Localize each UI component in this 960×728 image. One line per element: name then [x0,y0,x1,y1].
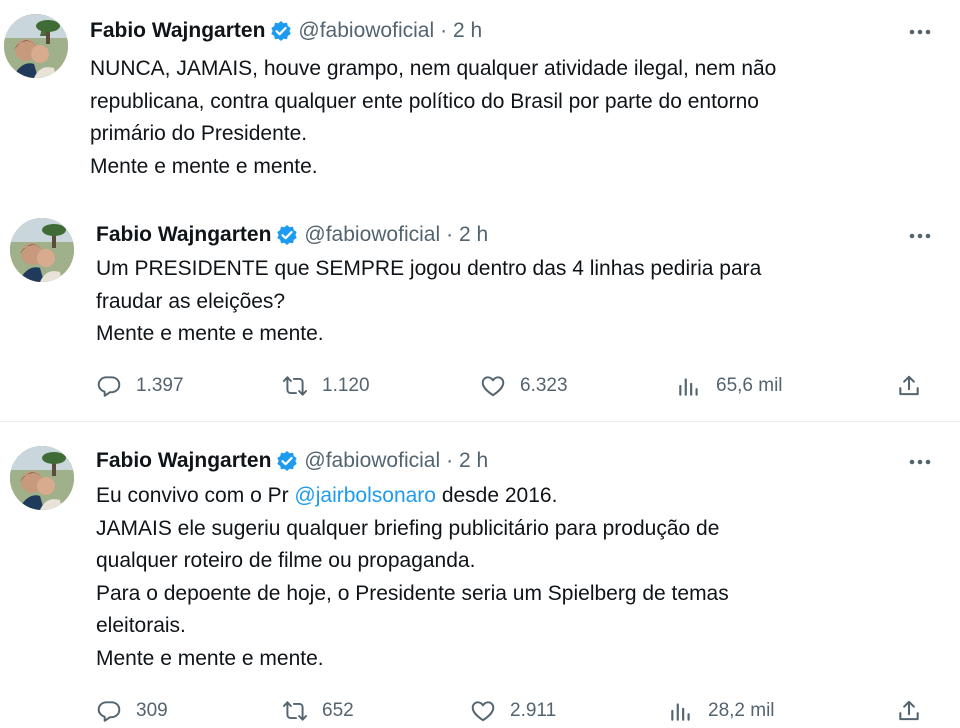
tweet-text-line: republicana, contra qualquer ente políti… [90,89,759,113]
retweet-icon [282,376,308,396]
tweet-text-line: JAMAIS ele sugeriu qualquer briefing pub… [96,516,720,540]
like-count: 6.323 [520,375,568,396]
tweet-text-fragment: desde 2016. [435,484,558,507]
tweet-text: NUNCA, JAMAIS, houve grampo, nem qualque… [90,53,930,183]
verified-badge-icon [276,224,298,246]
reply-count: 1.397 [136,375,184,396]
heart-icon [471,701,495,722]
share-button[interactable] [896,369,936,403]
tweet-text-line: Mente e mente e mente. [96,322,324,345]
tweet-actions: 1.397 1.120 6.323 65,6 mil [96,369,936,403]
author-name[interactable]: Fabio Wajngarten [90,19,265,43]
tweet-text-fragment: Eu convivo com o Pr [96,484,295,507]
tweet-time[interactable]: · 2 h [446,449,488,473]
tweet-text-line: fraudar as eleições? [96,289,286,313]
author-name[interactable]: Fabio Wajngarten [96,449,271,473]
views-icon [671,703,690,721]
views-button[interactable]: 28,2 mil [668,694,775,728]
tweet-time[interactable]: · 2 h [446,223,488,247]
author-handle[interactable]: @fabiowoficial [304,449,440,473]
tweet-text-line: qualquer roteiro de filme ou propaganda. [96,549,476,572]
like-button[interactable]: 6.323 [480,369,568,403]
reply-button[interactable]: 309 [96,694,168,728]
reply-count: 309 [136,700,168,721]
tweet-header: Fabio Wajngarten @fabiowoficial · 2 h [90,16,482,46]
share-icon [899,375,919,396]
retweet-count: 1.120 [322,375,370,396]
tweet-text-line: primário do Presidente. [90,122,308,145]
like-button[interactable]: 2.911 [470,694,556,728]
tweet-text-line: Mente e mente e mente. [90,154,318,178]
verified-badge-icon [276,450,298,472]
share-icon [899,700,919,721]
avatar[interactable] [4,14,68,78]
views-icon [679,378,698,396]
tweet-text-line: Eu convivo com o Pr @jairbolsonaro desde… [96,480,936,513]
share-button[interactable] [896,694,936,728]
views-button[interactable]: 65,6 mil [676,369,783,403]
tweet-text-line: NUNCA, JAMAIS, houve grampo, nem qualque… [90,57,777,80]
tweet[interactable]: Fabio Wajngarten @fabiowoficial · 2 h Eu… [0,422,960,722]
retweet-icon [282,701,308,721]
tweet-text-line: eleitorais. [96,614,186,637]
tweet-actions: 309 652 2.911 28,2 mil [96,694,936,728]
tweet-time[interactable]: · 2 h [440,19,482,43]
like-count: 2.911 [510,700,557,721]
more-options-icon[interactable] [900,20,940,44]
avatar[interactable] [10,446,74,510]
author-handle[interactable]: @fabiowoficial [298,19,434,43]
tweet-text-line: Mente e mente e mente. [96,646,324,670]
tweet-text: Eu convivo com o Pr @jairbolsonaro desde… [96,480,936,675]
verified-badge-icon [270,20,292,42]
tweet[interactable]: Fabio Wajngarten @fabiowoficial · 2 h Um… [0,200,960,422]
retweet-button[interactable]: 652 [282,694,354,728]
author-handle[interactable]: @fabiowoficial [304,223,440,247]
tweet-text-line: Um PRESIDENTE que SEMPRE jogou dentro da… [96,257,762,280]
heart-icon [481,376,505,397]
more-options-icon[interactable] [900,450,940,474]
tweet-header: Fabio Wajngarten @fabiowoficial · 2 h [96,220,488,250]
retweet-count: 652 [322,700,354,721]
reply-icon [97,376,121,397]
view-count: 65,6 mil [716,375,783,396]
more-options-icon[interactable] [900,224,940,248]
tweet-header: Fabio Wajngarten @fabiowoficial · 2 h [96,446,488,476]
reply-button[interactable]: 1.397 [96,369,184,403]
author-name[interactable]: Fabio Wajngarten [96,223,271,247]
tweet-text-line: Para o depoente de hoje, o Presidente se… [96,581,729,605]
view-count: 28,2 mil [708,700,775,721]
reply-icon [97,701,121,722]
retweet-button[interactable]: 1.120 [282,369,370,403]
avatar[interactable] [10,218,74,282]
tweet[interactable]: Fabio Wajngarten @fabiowoficial · 2 h NU… [0,0,960,200]
mention-link[interactable]: @jairbolsonaro [294,484,436,507]
tweet-text: Um PRESIDENTE que SEMPRE jogou dentro da… [96,253,936,351]
